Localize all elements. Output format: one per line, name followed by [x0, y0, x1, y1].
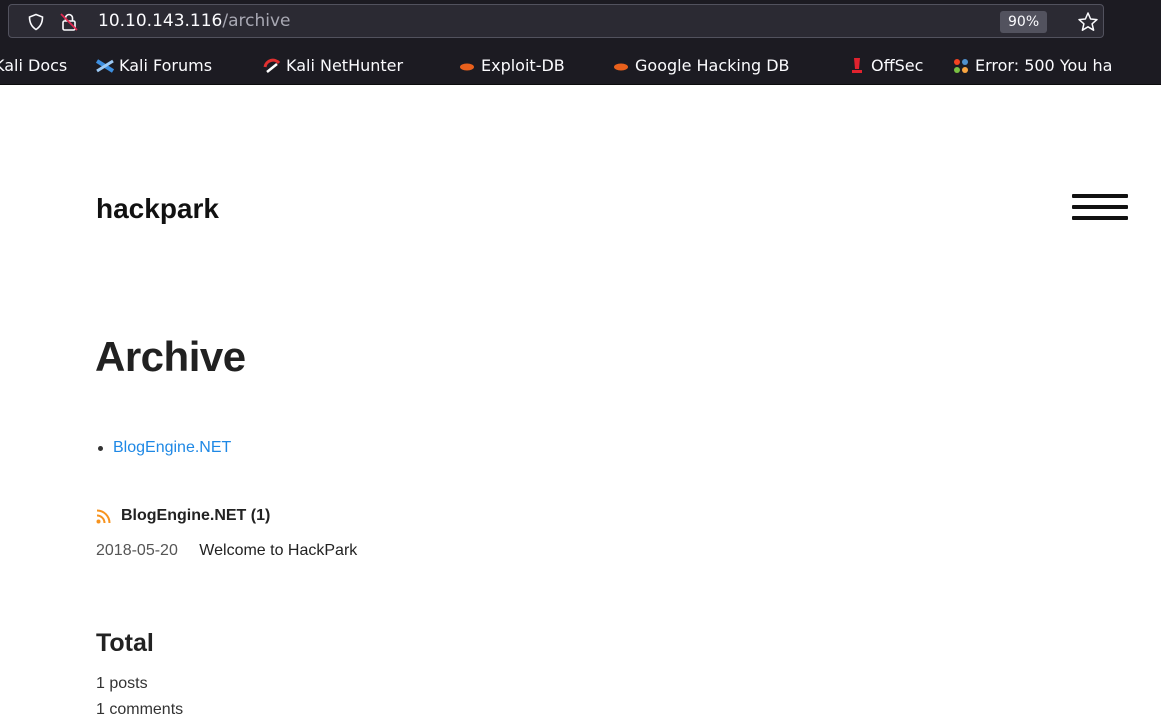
bookmark-offsec[interactable]: OffSec: [848, 56, 923, 75]
kali-nethunter-icon: [263, 58, 281, 73]
list-item: BlogEngine.NET: [98, 439, 231, 457]
table-row: 2018-05-20 Welcome to HackPark: [96, 542, 357, 560]
tracking-protection-shield-icon[interactable]: [27, 13, 45, 31]
browser-chrome: 10.10.143.116/archive 90% Kali Docs Kali…: [0, 0, 1161, 85]
bookmark-label: Error: 500 You ha: [975, 56, 1113, 75]
total-heading: Total: [96, 629, 154, 657]
address-bar[interactable]: 10.10.143.116/archive 90%: [8, 4, 1104, 38]
bookmarks-toolbar: Kali Docs Kali Forums Kali NetHunter Exp…: [0, 50, 1161, 82]
total-comments: 1 comments: [96, 701, 184, 718]
bookmark-error-500[interactable]: Error: 500 You ha: [952, 56, 1112, 75]
bullet-icon: [98, 445, 103, 451]
bookmark-label: Google Hacking DB: [635, 56, 790, 75]
post-date: 2018-05-20: [96, 542, 178, 559]
url-host: 10.10.143.116: [98, 11, 223, 31]
zoom-level-button[interactable]: 90%: [1000, 11, 1048, 33]
bookmark-exploit-db[interactable]: Exploit-DB: [458, 56, 565, 75]
category-list: BlogEngine.NET: [98, 439, 231, 457]
chrome-divider: [0, 84, 1161, 85]
bookmark-label: Kali Forums: [119, 56, 213, 75]
bookmark-label: Exploit-DB: [481, 56, 565, 75]
rss-feed-icon[interactable]: [96, 509, 111, 524]
bookmark-label: OffSec: [871, 56, 924, 75]
bookmark-kali-nethunter[interactable]: Kali NetHunter: [263, 56, 403, 75]
insecure-lock-icon[interactable]: [59, 12, 79, 32]
bookmark-kali-docs[interactable]: Kali Docs: [0, 56, 67, 75]
url-text[interactable]: 10.10.143.116/archive: [98, 11, 291, 31]
joomla-icon: [954, 58, 968, 73]
category-link[interactable]: BlogEngine.NET: [113, 439, 231, 457]
bookmark-label: Kali NetHunter: [286, 56, 404, 75]
site-title[interactable]: hackpark: [96, 193, 219, 225]
total-posts: 1 posts: [96, 675, 148, 692]
bookmark-kali-forums[interactable]: Kali Forums: [96, 56, 212, 75]
post-title-link[interactable]: Welcome to HackPark: [199, 542, 357, 559]
ghdb-icon: [614, 63, 628, 70]
url-path: /archive: [222, 11, 291, 31]
kali-forums-icon: [96, 58, 114, 73]
exploit-db-icon: [460, 63, 474, 70]
bookmark-star-icon[interactable]: [1077, 11, 1099, 33]
page-title: Archive: [95, 333, 246, 380]
bookmark-label: Kali Docs: [0, 56, 68, 75]
hamburger-menu-icon[interactable]: [1072, 194, 1128, 222]
category-heading-label: BlogEngine.NET (1): [121, 507, 271, 524]
category-heading: BlogEngine.NET (1): [96, 507, 270, 525]
offsec-icon: [852, 57, 862, 73]
bookmark-google-hacking-db[interactable]: Google Hacking DB: [612, 56, 790, 75]
